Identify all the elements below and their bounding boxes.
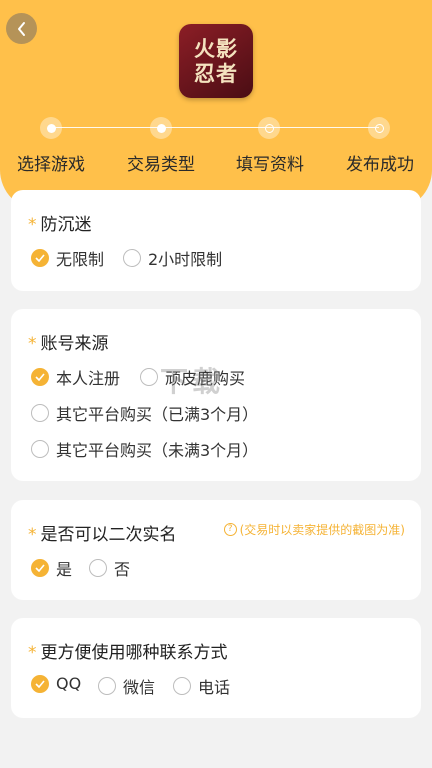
- contact-option-qq[interactable]: QQ: [31, 674, 81, 693]
- logo-text: 火影忍者: [194, 36, 238, 86]
- steps-progress-line: [51, 127, 379, 128]
- game-logo: 火影忍者: [179, 24, 253, 98]
- source-option-other-under3m[interactable]: 其它平台购买（未满3个月）: [31, 437, 258, 461]
- step-dot-3: [258, 117, 280, 139]
- option-label: 微信: [123, 678, 156, 697]
- chevron-left-icon: [17, 21, 25, 36]
- real-name-title-text: 是否可以二次实名: [40, 525, 177, 545]
- hint-text: (交易时以卖家提供的截图为准): [239, 523, 405, 537]
- radio-checked-icon[interactable]: [31, 368, 49, 386]
- real-name-option-yes[interactable]: 是: [31, 556, 72, 580]
- addiction-option-unlimited[interactable]: 无限制: [31, 246, 104, 270]
- real-name-title: * 是否可以二次实名: [28, 520, 177, 545]
- step-label-1: 选择游戏: [17, 155, 85, 175]
- radio-checked-icon[interactable]: [31, 674, 49, 693]
- real-name-hint: ? (交易时以卖家提供的截图为准): [223, 521, 405, 538]
- radio-unchecked-icon[interactable]: [123, 249, 141, 267]
- radio-unchecked-icon[interactable]: [98, 677, 116, 695]
- account-source-title-text: 账号来源: [40, 334, 109, 354]
- option-label: 电话: [198, 678, 231, 697]
- source-option-self[interactable]: 本人注册: [31, 365, 120, 389]
- addiction-title: * 防沉迷: [28, 210, 92, 235]
- required-mark: *: [28, 525, 37, 545]
- real-name-option-no[interactable]: 否: [89, 556, 130, 580]
- addiction-card: * 防沉迷 无限制 2小时限制: [11, 190, 421, 291]
- step-dot-4: [368, 117, 390, 139]
- option-label: 是: [56, 560, 73, 579]
- source-option-other-over3m[interactable]: 其它平台购买（已满3个月）: [31, 401, 258, 425]
- required-mark: *: [28, 334, 37, 354]
- radio-unchecked-icon[interactable]: [31, 440, 49, 458]
- watermark: 下载: [160, 365, 225, 398]
- option-label: 无限制: [56, 250, 105, 269]
- option-label: 2小时限制: [148, 250, 223, 269]
- question-icon: ?: [223, 523, 237, 536]
- required-mark: *: [28, 215, 37, 235]
- required-mark: *: [28, 643, 37, 663]
- step-label-2: 交易类型: [127, 155, 195, 175]
- radio-checked-icon[interactable]: [31, 559, 49, 577]
- addiction-title-text: 防沉迷: [40, 215, 92, 235]
- contact-option-phone[interactable]: 电话: [173, 674, 230, 698]
- option-label: 其它平台购买（未满3个月）: [56, 441, 259, 460]
- option-label: QQ: [56, 674, 82, 693]
- step-dot-1: [40, 117, 62, 139]
- back-button[interactable]: [6, 13, 37, 44]
- radio-unchecked-icon[interactable]: [31, 404, 49, 422]
- step-label-4: 发布成功: [346, 155, 414, 175]
- step-label-3: 填写资料: [236, 155, 304, 175]
- radio-checked-icon[interactable]: [31, 249, 49, 267]
- addiction-option-2h[interactable]: 2小时限制: [123, 246, 222, 270]
- radio-unchecked-icon[interactable]: [89, 559, 107, 577]
- option-label: 本人注册: [56, 369, 121, 388]
- contact-option-wechat[interactable]: 微信: [98, 674, 155, 698]
- radio-unchecked-icon[interactable]: [173, 677, 191, 695]
- option-label: 其它平台购买（已满3个月）: [56, 405, 259, 424]
- radio-unchecked-icon[interactable]: [140, 368, 158, 386]
- contact-card: * 更方便使用哪种联系方式 QQ 微信 电话: [11, 618, 421, 718]
- contact-title: * 更方便使用哪种联系方式: [28, 638, 228, 663]
- contact-title-text: 更方便使用哪种联系方式: [40, 643, 228, 663]
- real-name-card: * 是否可以二次实名 ? (交易时以卖家提供的截图为准) 是 否: [11, 500, 421, 600]
- step-dot-2: [150, 117, 172, 139]
- account-source-title: * 账号来源: [28, 329, 109, 354]
- option-label: 否: [114, 560, 131, 579]
